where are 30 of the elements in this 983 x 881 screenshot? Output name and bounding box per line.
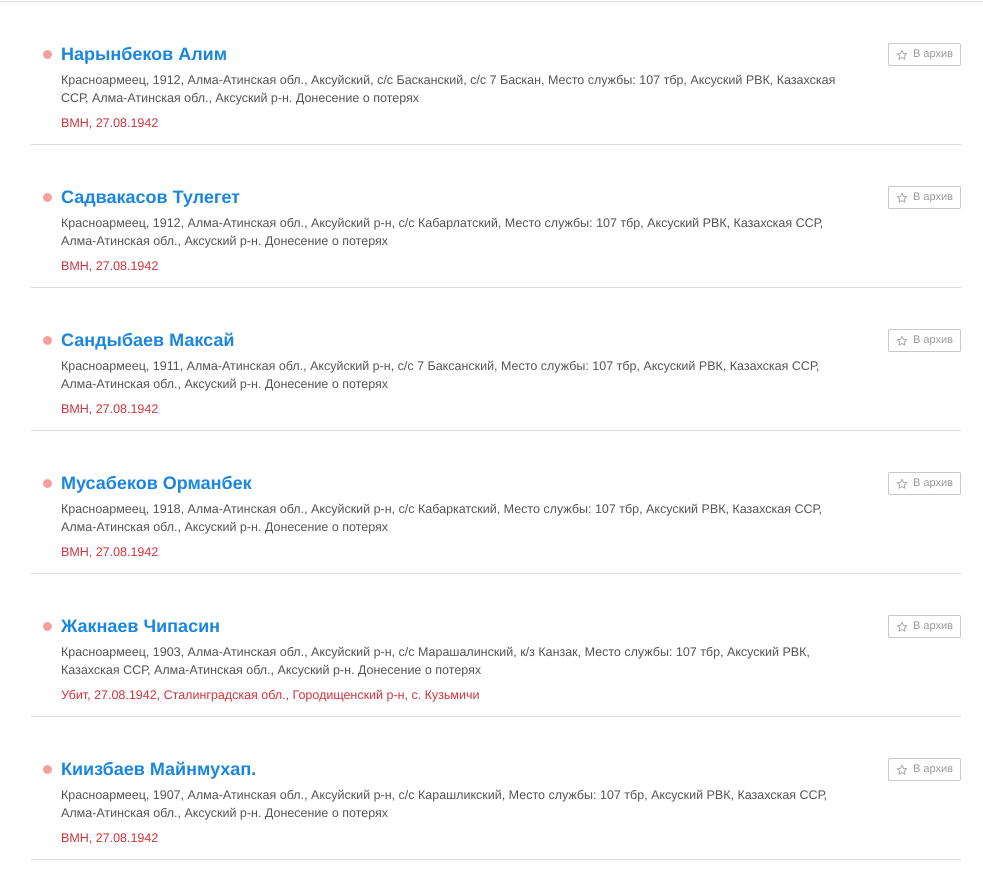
star-icon [896,478,908,490]
archive-button[interactable]: В архив [888,43,961,66]
record-details: Красноармеец, 1907, Алма-Атинская обл., Аксуйский р-н, с/с Карашликский, Место службы: 107 тбр, Аксуский РВК, Казахская ССР, Алма-Атинская обл., Аксуский р-н. Донесение о потерях [61,787,828,822]
record-details: Красноармеец, 1911, Алма-Атинская обл., Аксуйский р-н, с/с 7 Баксанский, Место службы: 107 тбр, Аксуский РВК, Казахская ССР, Алма-Атинская обл., Аксуский р-н. Донесение о потерях [61,358,820,393]
star-icon [896,620,908,632]
loss-status: ВМН, 27.08.1942 [61,544,158,561]
person-name-link[interactable]: Мусабеков Орманбек [61,471,252,495]
star-icon [896,48,908,60]
person-name-link[interactable]: Киизбаев Майнмухап. [61,757,256,781]
star-icon [896,334,908,346]
archive-button[interactable]: В архив [888,472,961,495]
record-details: Красноармеец, 1903, Алма-Атинская обл., Аксуйский р-н, с/с Марашалинский, к/з Канзак, Место службы: 107 тбр, Аксуский РВК, Казахская ССР, Алма-Атинская обл., Аксуский р-н. Донесение о потерях [61,644,811,679]
record-details: Красноармеец, 1912, Алма-Атинская обл., Аксуйский р-н, с/с Кабарлатский, Место службы: 107 тбр, Аксуский РВК, Казахская ССР, Алма-Атинская обл., Аксуский р-н. Донесение о потерях [61,215,824,250]
archive-button[interactable]: В архив [888,758,961,781]
loss-status: ВМН, 27.08.1942 [61,258,158,275]
loss-status: ВМН, 27.08.1942 [61,830,158,847]
archive-button[interactable]: В архив [888,329,961,352]
star-icon [896,764,908,776]
person-name-link[interactable]: Садвакасов Тулегет [61,185,240,209]
record-details: Красноармеец, 1912, Алма-Атинская обл., Аксуйский, с/с Басканский, с/с 7 Баскан, Место службы: 107 тбр, Аксуский РВК, Казахская ССР, Алма-Атинская обл., Аксуский р-н. Донесение о потерях [61,72,836,107]
loss-status: Убит, 27.08.1942, Сталинградская обл., Городищенский р-н, с. Кузьмичи [61,687,480,704]
loss-status: ВМН, 27.08.1942 [61,401,158,418]
archive-button[interactable]: В архив [888,186,961,209]
person-name-link[interactable]: Жакнаев Чипасин [61,614,220,638]
loss-status: ВМН, 27.08.1942 [61,115,158,132]
star-icon [896,192,908,204]
record-details: Красноармеец, 1918, Алма-Атинская обл., Аксуйский р-н, с/с Кабаркатский, Место службы: 107 тбр, Аксуский РВК, Казахская ССР, Алма-Атинская обл., Аксуский р-н. Донесение о потерях [61,501,823,536]
archive-button[interactable]: В архив [888,615,961,638]
person-name-link[interactable]: Сандыбаев Максай [61,328,234,352]
person-name-link[interactable]: Нарынбеков Алим [61,42,228,66]
